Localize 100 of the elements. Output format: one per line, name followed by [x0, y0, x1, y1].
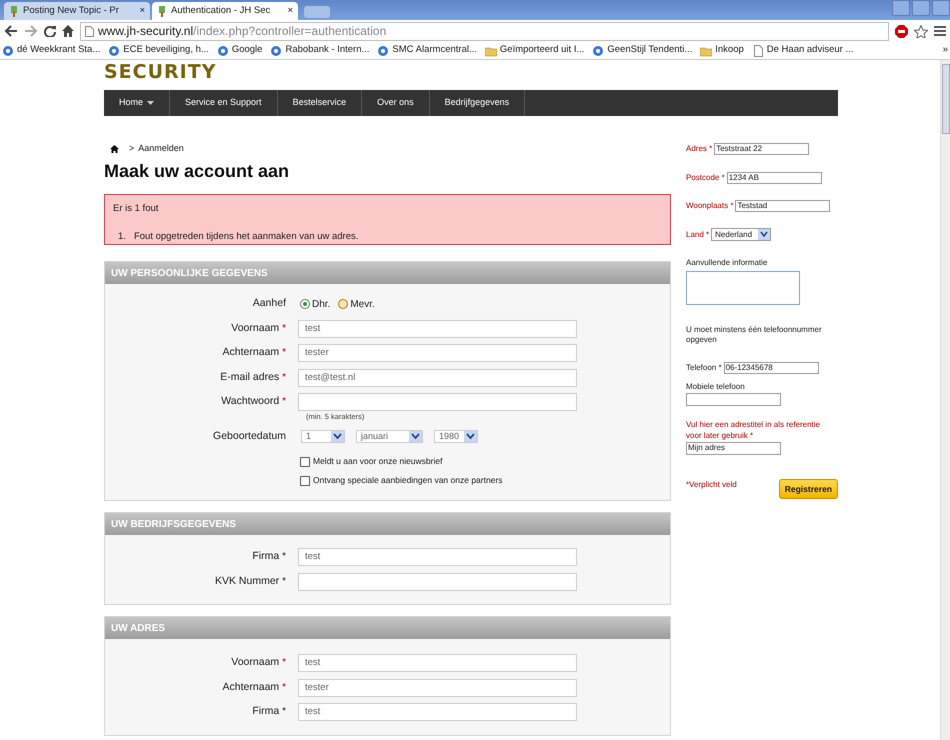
- menu-icon[interactable]: [934, 25, 946, 37]
- select-field[interactable]: 1980: [434, 430, 478, 444]
- select-field[interactable]: Nederland: [711, 228, 772, 242]
- required-note: *Verplicht veld: [686, 478, 737, 491]
- star-icon[interactable]: [914, 24, 928, 38]
- caret-icon: [331, 431, 344, 442]
- field-label: Achternaam: [222, 680, 280, 693]
- reload-icon[interactable]: [44, 25, 56, 37]
- field-label: Firma: [252, 550, 280, 562]
- nav-link[interactable]: Over ons: [362, 90, 430, 116]
- input-field[interactable]: 1234 AB: [726, 172, 822, 184]
- input-field[interactable]: [298, 393, 577, 412]
- required-marker: *: [282, 372, 286, 383]
- radio-button[interactable]: [300, 299, 310, 310]
- page-icon: [85, 26, 94, 36]
- select-field[interactable]: 1: [301, 430, 345, 444]
- browser-tab[interactable]: Posting New Topic - Pr ×: [4, 2, 150, 20]
- browser-tab[interactable]: Authentication - JH Sec ×: [152, 2, 298, 20]
- info-text: U moet minstens één telefoonnummer opgeven: [686, 325, 823, 346]
- select-field[interactable]: januari: [356, 430, 423, 444]
- error-title: Er is 1 fout: [113, 202, 160, 216]
- close-button[interactable]: [932, 0, 950, 16]
- site-icon: [377, 44, 390, 56]
- required-marker: *: [282, 551, 286, 562]
- url-text: www.jh-security.nl/index.php?controller=authentication: [98, 23, 386, 40]
- back-icon[interactable]: [4, 25, 18, 37]
- folder-icon: [700, 44, 712, 56]
- field-label: Land *: [686, 228, 710, 241]
- nav-link[interactable]: Bestelservice: [278, 90, 362, 116]
- page-heading: Maak uw account aan: [104, 160, 290, 182]
- bookmark[interactable]: SMC Alarmcentral...: [377, 43, 477, 58]
- input-field[interactable]: test: [298, 654, 577, 672]
- tab-close-icon: ×: [287, 4, 293, 18]
- field-label: Wachtwoord: [221, 395, 280, 408]
- text-area[interactable]: [686, 271, 800, 305]
- checkbox[interactable]: [300, 456, 310, 467]
- bookmark[interactable]: Google: [216, 43, 262, 58]
- required-marker: *: [282, 657, 286, 668]
- field-label: Postcode *: [686, 172, 725, 184]
- bookmark[interactable]: GeenStijl Tendenti...: [592, 43, 692, 58]
- nav-link[interactable]: Service en Support: [170, 90, 278, 116]
- input-field[interactable]: test@test.nl: [298, 368, 577, 387]
- radio-label: Mevr.: [350, 298, 375, 312]
- bookmark[interactable]: Rabobank - Intern...: [270, 43, 370, 58]
- input-field[interactable]: Teststad: [735, 200, 830, 212]
- bookmark[interactable]: dé Weekkrant Sta...: [2, 43, 100, 58]
- field-label: Woonplaats *: [686, 200, 734, 212]
- field-label: Mobiele telefoon: [686, 382, 746, 394]
- bookmark[interactable]: Geïmporteerd uit I...: [484, 43, 584, 58]
- field-label: Voornaam: [231, 656, 280, 668]
- scrollbar[interactable]: [940, 60, 950, 740]
- register-button[interactable]: Registreren: [778, 478, 838, 500]
- input-field[interactable]: test: [298, 548, 577, 566]
- input-field[interactable]: [298, 572, 577, 591]
- adblock-icon[interactable]: [895, 24, 908, 38]
- breadcrumb-text: Aanmelden: [138, 142, 184, 155]
- section-header: UW ADRES: [105, 617, 670, 640]
- required-marker: *: [282, 396, 286, 408]
- input-field[interactable]: [686, 393, 781, 406]
- input-field[interactable]: tester: [298, 678, 577, 697]
- nav-link[interactable]: Home: [104, 90, 170, 116]
- bookmark[interactable]: De Haan adviseur ...: [752, 43, 854, 58]
- page-icon: [752, 44, 764, 56]
- field-label: E-mail adres: [220, 370, 280, 383]
- input-field[interactable]: tester: [298, 344, 577, 362]
- required-marker: *: [282, 576, 286, 587]
- bookmark[interactable]: ECE beveiliging, h...: [108, 43, 209, 58]
- field-label: Aanhef: [252, 297, 286, 310]
- input-field[interactable]: Mijn adres: [686, 442, 781, 455]
- tab-close-icon: ×: [139, 4, 145, 18]
- maximize-button[interactable]: [912, 0, 930, 16]
- field-label: KVK Nummer: [214, 574, 280, 587]
- field-label: Telefoon *: [686, 362, 722, 374]
- checkbox[interactable]: [300, 476, 310, 486]
- nav-link[interactable]: Bedrijfgegevens: [430, 90, 526, 116]
- minimize-button[interactable]: [892, 0, 910, 16]
- field-label: Firma: [252, 705, 280, 718]
- site-icon: [270, 44, 282, 56]
- input-field[interactable]: test: [298, 320, 577, 338]
- home-icon[interactable]: [62, 25, 74, 37]
- bookmark[interactable]: Inkoop: [700, 43, 744, 58]
- logo-text[interactable]: SECURITY: [104, 63, 216, 82]
- folder-icon: [484, 44, 497, 56]
- input-field[interactable]: Teststraat 22: [714, 143, 810, 156]
- checkbox-label: Meldt u aan voor onze nieuwsbrief: [313, 455, 442, 468]
- section-header: UW BEDRIJFSGEGEVENS: [105, 513, 670, 536]
- breadcrumb-separator: >: [129, 142, 134, 155]
- input-field[interactable]: test: [298, 703, 577, 722]
- field-label: Vul hier een adrestitel in als referentie voor later gebruik *: [686, 420, 821, 442]
- caret-icon: [464, 431, 477, 442]
- caret-icon: [758, 229, 770, 240]
- error-message: Fout opgetreden tijdens het aanmaken van uw adres.: [134, 230, 358, 244]
- home-icon[interactable]: [110, 144, 119, 153]
- more-bookmarks-icon[interactable]: »: [942, 43, 948, 58]
- radio-button[interactable]: [338, 299, 348, 310]
- input-field[interactable]: 06-12345678: [724, 362, 819, 374]
- scrollbar-thumb[interactable]: [942, 64, 950, 134]
- forward-icon[interactable]: [24, 25, 38, 37]
- address-field[interactable]: www.jh-security.nl/index.php?controller=authentication: [80, 22, 889, 40]
- required-marker: *: [282, 322, 286, 334]
